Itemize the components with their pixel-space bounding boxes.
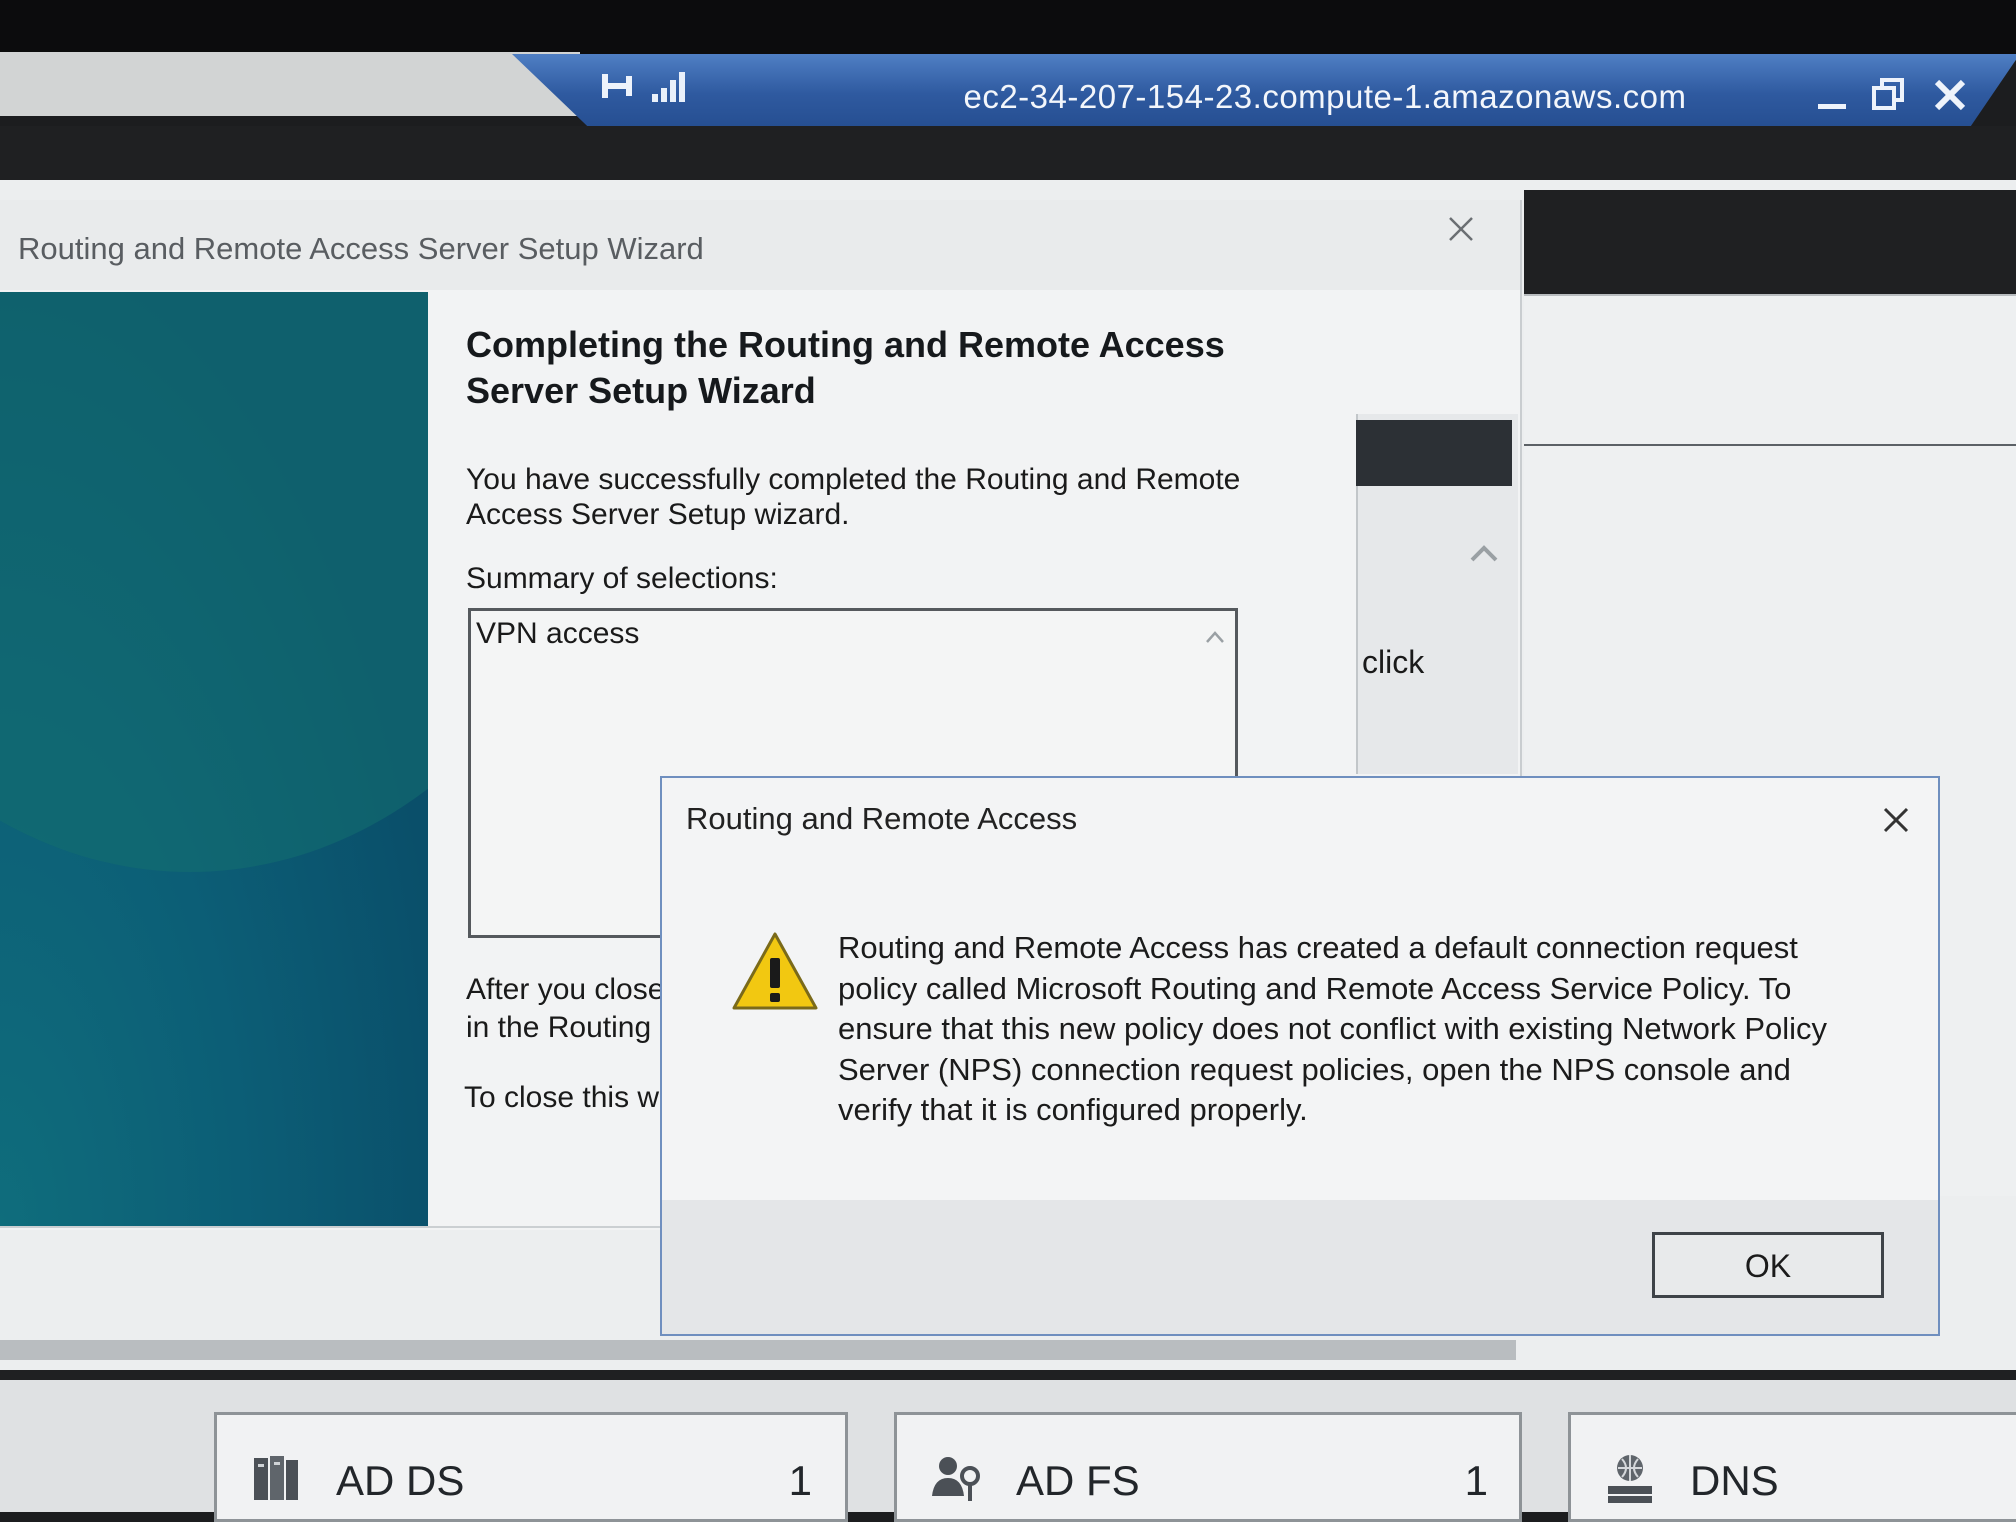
background-panel-header <box>1356 420 1512 486</box>
tile-ad-fs-label: AD FS <box>1016 1457 1140 1504</box>
wizard-close-icon[interactable] <box>1438 206 1484 252</box>
alert-close-icon[interactable] <box>1872 796 1920 844</box>
dns-icon <box>1604 1452 1656 1504</box>
tile-ad-fs-count: 1 <box>1464 1457 1488 1504</box>
warning-icon <box>730 930 820 1014</box>
screen-top-edge <box>0 0 2016 60</box>
wizard-footer-edge <box>0 1340 1516 1360</box>
alert-message: Routing and Remote Access has created a … <box>838 930 1828 1127</box>
ad-ds-icon <box>250 1452 302 1504</box>
rdp-bar-left-strip <box>0 52 580 116</box>
server-manager-header <box>1524 190 2016 294</box>
summary-label: Summary of selections: <box>466 562 778 595</box>
close-icon[interactable] <box>1925 70 1975 120</box>
minimize-icon[interactable] <box>1808 70 1858 120</box>
chevron-up-icon[interactable] <box>1464 534 1504 574</box>
pin-icon[interactable] <box>596 66 636 106</box>
connection-signal-icon[interactable] <box>650 66 694 106</box>
tile-ad-ds-label: AD DS <box>336 1457 465 1504</box>
restore-icon[interactable] <box>1865 70 1915 120</box>
wizard-after-text-line1: After you close <box>466 973 665 1006</box>
wizard-heading: Completing the Routing and Remote Access… <box>466 324 1225 411</box>
pane-divider <box>1524 444 2016 446</box>
wizard-title: Routing and Remote Access Server Setup W… <box>18 231 704 266</box>
wizard-success-text: You have successfully completed the Rout… <box>466 463 1241 531</box>
wizard-close-instruction: To close this wi <box>464 1081 664 1114</box>
alert-title: Routing and Remote Access <box>686 801 1078 836</box>
rdp-host-name: ec2-34-207-154-23.compute-1.amazonaws.co… <box>963 78 1687 115</box>
wizard-after-text-line2: in the Routing <box>466 1011 652 1044</box>
summary-item: VPN access <box>476 617 640 650</box>
tile-ad-ds-count: 1 <box>788 1457 812 1504</box>
ad-fs-icon <box>930 1452 982 1504</box>
background-partial-text: click <box>1362 644 1425 680</box>
ok-button[interactable]: OK <box>1652 1232 1884 1298</box>
tile-dns-label: DNS <box>1690 1457 1779 1504</box>
wizard-side-banner <box>0 292 428 1227</box>
scroll-up-icon[interactable] <box>1200 622 1230 652</box>
